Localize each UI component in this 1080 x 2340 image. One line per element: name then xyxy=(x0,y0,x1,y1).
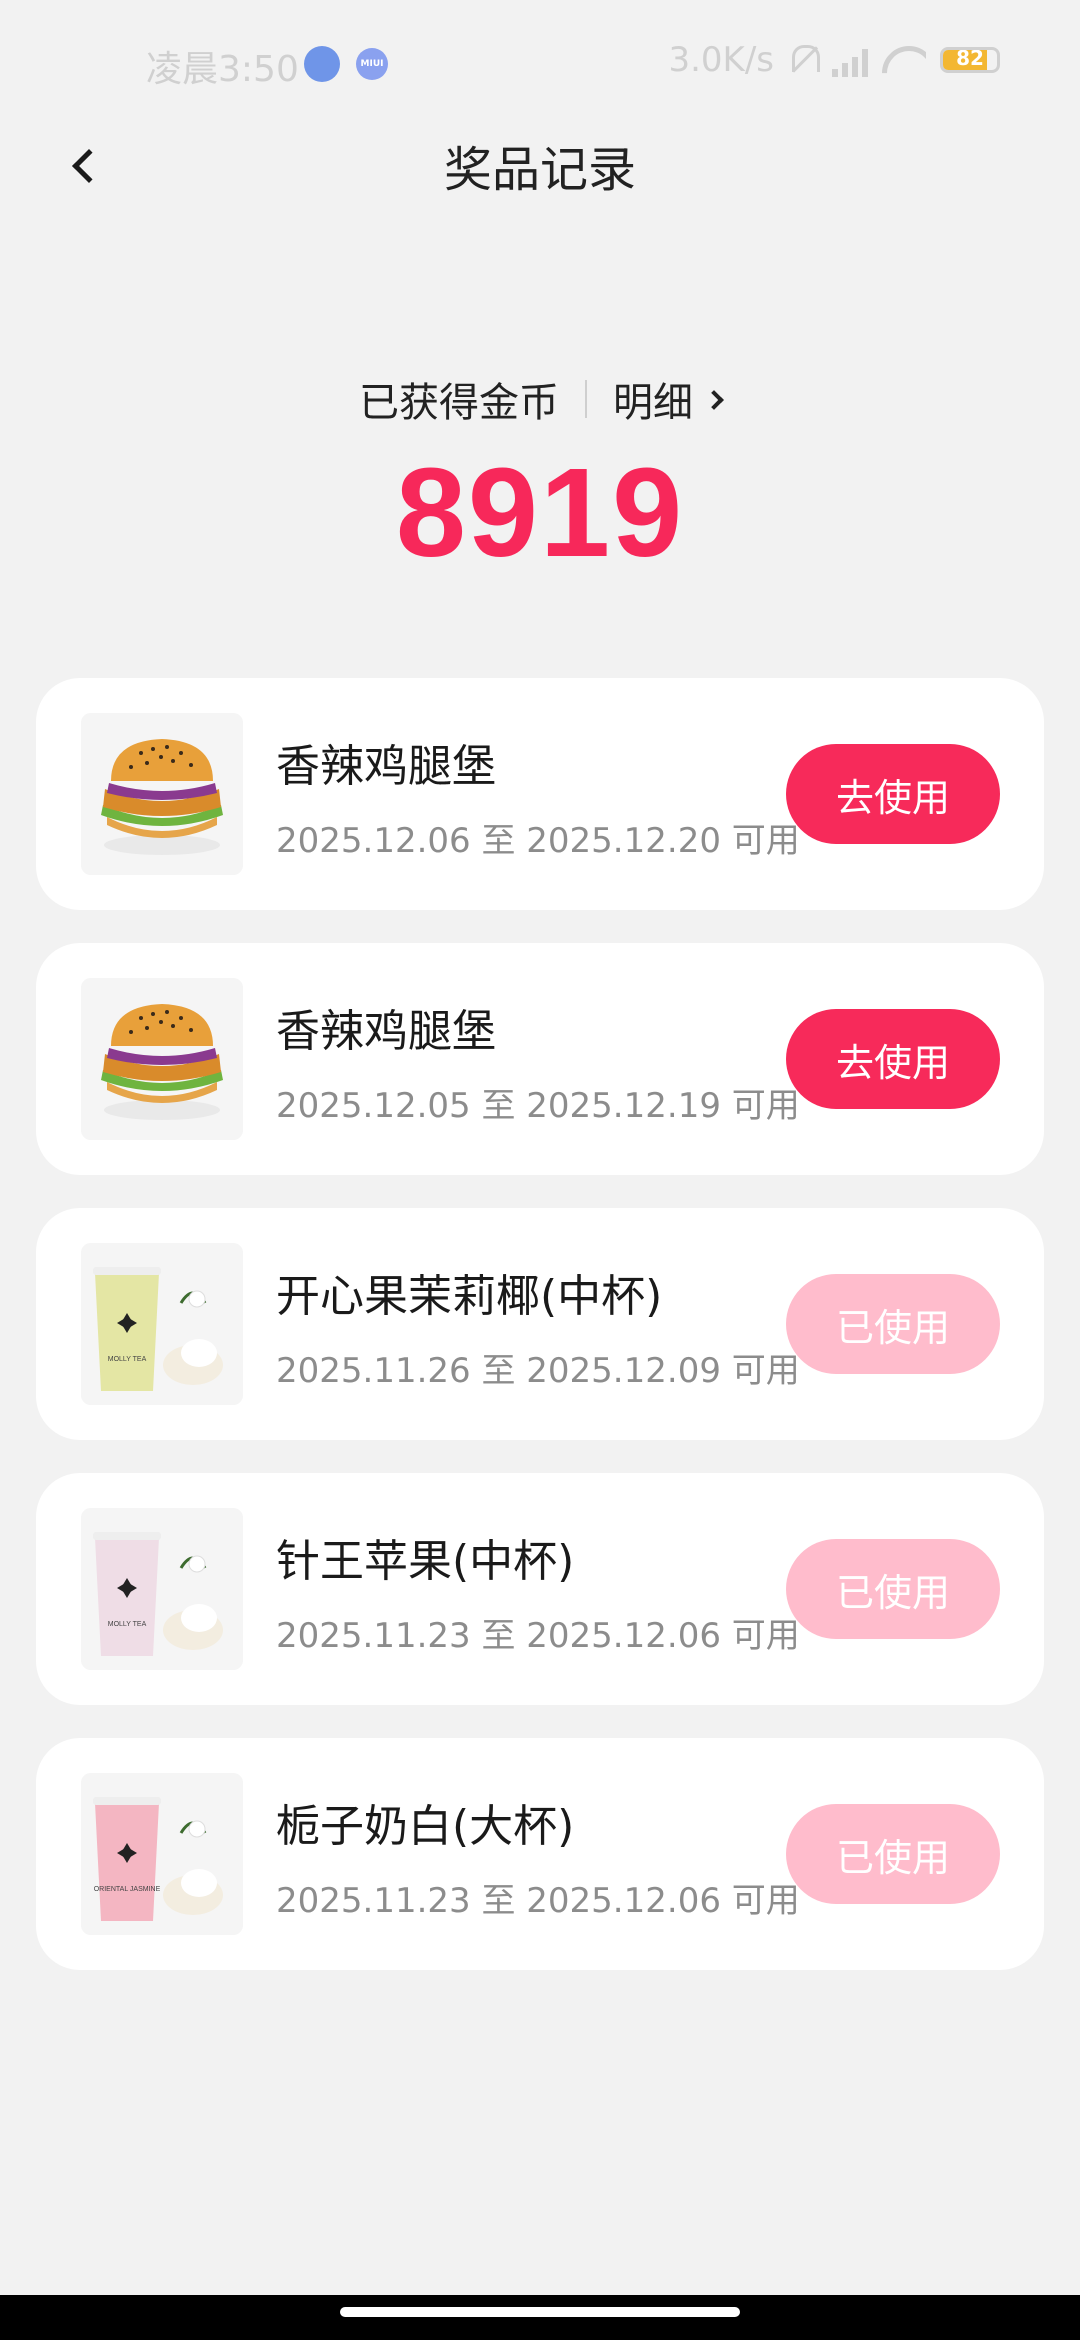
prize-validity-dates: 2025.11.23 至 2025.12.06 可用 xyxy=(276,1881,800,1921)
prize-card: 香辣鸡腿堡 2025.12.06 至 2025.12.20 可用 去使用 xyxy=(36,678,1044,910)
battery-level: 82 xyxy=(956,47,984,70)
used-button: 已使用 xyxy=(786,1539,1000,1639)
prize-name: 开心果茉莉椰(中杯) xyxy=(276,1271,663,1322)
prize-validity-dates: 2025.11.26 至 2025.12.09 可用 xyxy=(276,1351,800,1391)
prize-card: ORIENTAL JASMINE 栀子奶白(大杯) 2025.11.23 至 20… xyxy=(36,1738,1044,1970)
status-indicators: 3.0K/s 82 xyxy=(668,40,1000,80)
prize-validity-dates: 2025.12.06 至 2025.12.20 可用 xyxy=(276,821,800,861)
home-indicator[interactable] xyxy=(340,2307,740,2317)
wifi-icon xyxy=(882,44,926,76)
signal-icon xyxy=(832,43,868,77)
coins-row: 已获得金币 明细 xyxy=(0,370,1080,428)
weather-icon xyxy=(304,46,340,82)
prize-card: MOLLY TEA 针王苹果(中杯) 2025.11.23 至 2025.12.0… xyxy=(36,1473,1044,1705)
prize-name: 栀子奶白(大杯) xyxy=(276,1801,575,1852)
burger-image xyxy=(81,978,243,1140)
coins-value: 8919 xyxy=(395,442,685,583)
prize-list: 香辣鸡腿堡 2025.12.06 至 2025.12.20 可用 去使用 香辣鸡腿堡… xyxy=(36,678,1044,2003)
divider xyxy=(585,380,587,418)
use-button[interactable]: 去使用 xyxy=(786,1009,1000,1109)
prize-card: MOLLY TEA 开心果茉莉椰(中杯) 2025.11.26 至 2025.12… xyxy=(36,1208,1044,1440)
network-speed: 3.0K/s xyxy=(668,40,774,80)
prize-name: 香辣鸡腿堡 xyxy=(276,1006,496,1057)
prize-card: 香辣鸡腿堡 2025.12.05 至 2025.12.19 可用 去使用 xyxy=(36,943,1044,1175)
prize-name: 针王苹果(中杯) xyxy=(276,1536,575,1587)
use-button[interactable]: 去使用 xyxy=(786,744,1000,844)
svg-text:ORIENTAL JASMINE: ORIENTAL JASMINE xyxy=(94,1886,161,1893)
mute-bell-icon xyxy=(788,43,820,77)
svg-text:MOLLY TEA: MOLLY TEA xyxy=(108,1621,147,1628)
page-title: 奖品记录 xyxy=(443,142,636,198)
prize-name: 香辣鸡腿堡 xyxy=(276,741,496,792)
detail-label: 明细 xyxy=(613,380,693,426)
prize-validity-dates: 2025.11.23 至 2025.12.06 可用 xyxy=(276,1616,800,1656)
navigation-bar xyxy=(0,2295,1080,2340)
prize-validity-dates: 2025.12.05 至 2025.12.19 可用 xyxy=(276,1086,800,1126)
used-button: 已使用 xyxy=(786,1274,1000,1374)
pistachio-drink-image: MOLLY TEA xyxy=(81,1243,243,1405)
miui-icon: MIUI xyxy=(356,48,388,80)
battery-icon: 82 xyxy=(940,47,1000,73)
status-bar: 凌晨3:50 MIUI 3.0K/s 82 xyxy=(0,0,1080,130)
gardenia-drink-image: ORIENTAL JASMINE xyxy=(81,1773,243,1935)
page-header: 奖品记录 xyxy=(0,120,1080,210)
detail-link[interactable]: 明细 xyxy=(613,370,724,428)
apple-drink-image: MOLLY TEA xyxy=(81,1508,243,1670)
chevron-right-icon xyxy=(704,390,724,410)
burger-image xyxy=(81,713,243,875)
svg-text:MOLLY TEA: MOLLY TEA xyxy=(108,1356,147,1363)
coins-label: 已获得金币 xyxy=(359,380,559,426)
used-button: 已使用 xyxy=(786,1804,1000,1904)
status-time: 凌晨3:50 xyxy=(146,49,299,90)
